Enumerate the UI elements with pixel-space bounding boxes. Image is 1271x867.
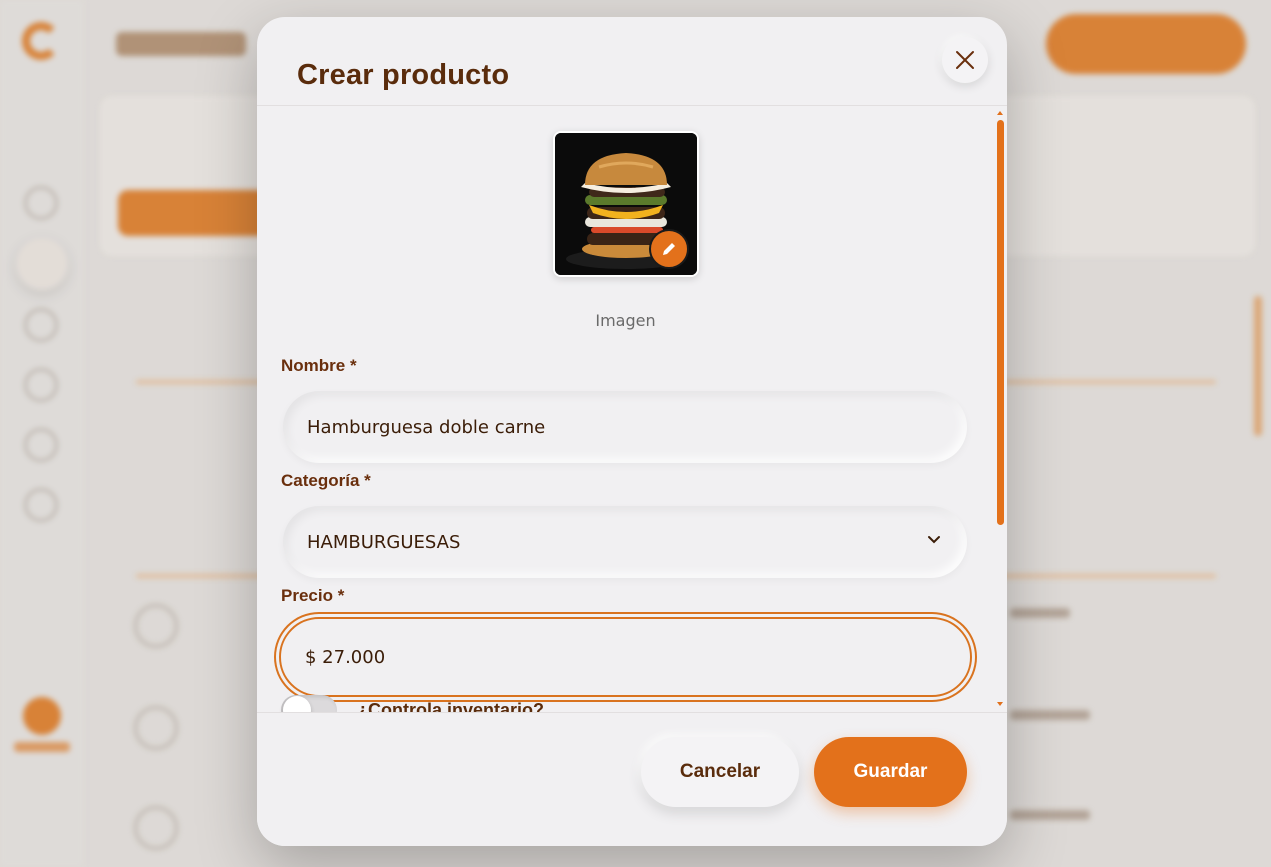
scroll-down-arrow[interactable] xyxy=(997,702,1003,706)
edit-image-button[interactable] xyxy=(649,229,689,269)
cancel-button[interactable]: Cancelar xyxy=(641,737,799,807)
close-button[interactable] xyxy=(942,37,988,83)
name-label: Nombre * xyxy=(281,356,357,375)
save-button[interactable]: Guardar xyxy=(814,737,967,807)
image-caption: Imagen xyxy=(595,311,656,330)
scroll-up-arrow[interactable] xyxy=(997,111,1003,115)
dialog-footer: Cancelar Guardar xyxy=(257,712,1007,846)
name-value: Hamburguesa doble carne xyxy=(307,416,546,438)
category-label: Categoría * xyxy=(281,471,371,490)
price-input[interactable]: $ 27.000 xyxy=(279,617,972,697)
name-input[interactable]: Hamburguesa doble carne xyxy=(283,391,967,463)
scrollbar-thumb[interactable] xyxy=(997,120,1004,525)
price-value: $ 27.000 xyxy=(305,646,386,668)
pencil-icon xyxy=(663,243,675,255)
toggle-knob xyxy=(283,696,311,712)
category-select[interactable]: HAMBURGUESAS xyxy=(283,506,967,578)
dialog-body[interactable]: Imagen Nombre * Hamburguesa doble carne … xyxy=(257,106,1007,712)
dialog-header: Crear producto xyxy=(257,17,1007,106)
category-value: HAMBURGUESAS xyxy=(307,531,461,553)
chevron-down-icon xyxy=(928,536,940,544)
dialog-title: Crear producto xyxy=(297,59,510,91)
price-label: Precio * xyxy=(281,586,345,605)
inventory-toggle-label: ¿Controla inventario? xyxy=(357,700,545,712)
inventory-toggle[interactable] xyxy=(281,695,337,712)
close-icon xyxy=(956,51,974,69)
create-product-dialog: Crear producto Imagen Nombre * Hamburgue… xyxy=(257,17,1007,846)
